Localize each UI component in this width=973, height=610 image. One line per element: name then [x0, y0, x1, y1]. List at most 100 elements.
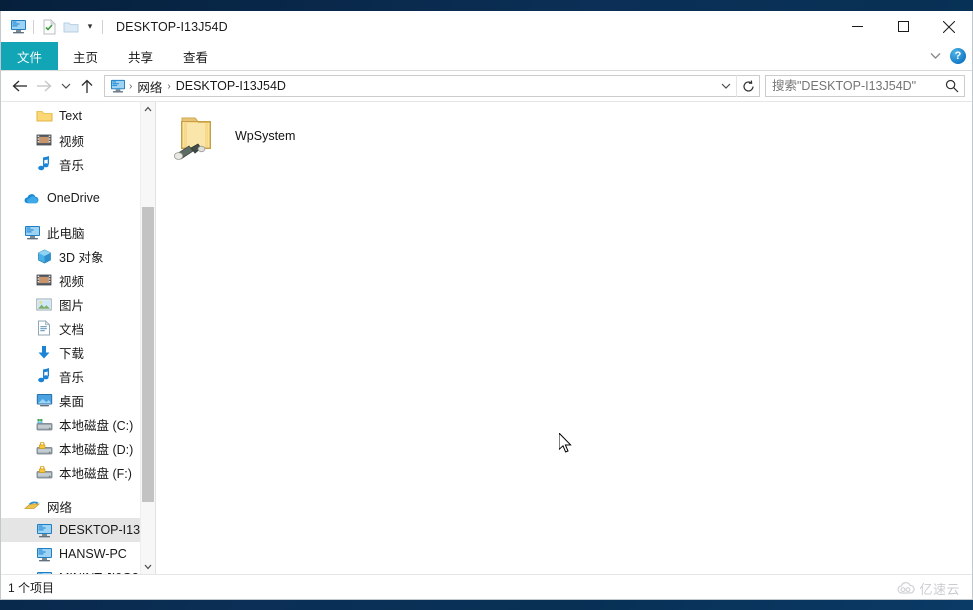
desktop-icon: [35, 391, 53, 409]
forward-button[interactable]: [32, 74, 56, 98]
folder-icon: [35, 107, 53, 125]
scroll-down-icon[interactable]: [141, 560, 155, 574]
sidebar-item-label: 网络: [47, 497, 72, 516]
tab-view[interactable]: 查看: [168, 42, 223, 70]
sidebar-group-gap: [1, 210, 141, 220]
system-drive-icon: [35, 415, 53, 433]
sidebar-item-text[interactable]: Text: [1, 104, 141, 128]
sidebar-item-[interactable]: 桌面: [1, 388, 141, 412]
sidebar-item-[interactable]: 视频: [1, 128, 141, 152]
onedrive-cloud-icon: [23, 189, 41, 207]
help-icon[interactable]: ?: [950, 48, 966, 64]
qat-separator-1: [33, 20, 34, 34]
network-icon: [23, 497, 41, 515]
minimize-button[interactable]: [834, 11, 880, 42]
video-icon: [35, 131, 53, 149]
video-icon: [35, 271, 53, 289]
locked-drive-icon: [35, 463, 53, 481]
sidebar-item-label: 文档: [59, 319, 84, 338]
list-item[interactable]: WpSystem: [170, 108, 400, 164]
sidebar-item-label: Text: [59, 109, 82, 123]
breadcrumb-segment-desktop[interactable]: DESKTOP-I13J54D: [172, 79, 290, 93]
status-item-count: 1 个项目: [1, 579, 54, 596]
watermark-text: 亿速云: [919, 579, 960, 598]
sidebar-item-[interactable]: 视频: [1, 268, 141, 292]
sidebar-item-label: 视频: [59, 271, 84, 290]
address-bar-row: › 网络 › DESKTOP-I13J54D: [1, 71, 972, 101]
qat-dropdown-icon[interactable]: ▾: [82, 17, 98, 37]
sidebar-item-desktop-i13j5[interactable]: DESKTOP-I13J5: [1, 518, 141, 542]
sidebar-item-minint-ji0g3i[interactable]: MININT-JI0G3I: [1, 566, 141, 574]
sidebar-item-label: 本地磁盘 (F:): [59, 463, 132, 482]
sidebar-item-[interactable]: 音乐: [1, 364, 141, 388]
status-bar: 1 个项目 亿速云: [1, 574, 972, 599]
window-controls: [834, 11, 972, 42]
tab-file[interactable]: 文件: [1, 42, 58, 70]
maximize-button[interactable]: [880, 11, 926, 42]
back-button[interactable]: [8, 74, 32, 98]
new-folder-icon[interactable]: [60, 16, 82, 38]
mouse-cursor: [559, 433, 573, 454]
title-bar: ▾ DESKTOP-I13J54D: [1, 11, 972, 42]
scrollbar-thumb[interactable]: [142, 207, 154, 502]
close-button[interactable]: [926, 11, 972, 42]
sidebar-item-label: 音乐: [59, 155, 84, 174]
sidebar-item-3d[interactable]: 3D 对象: [1, 244, 141, 268]
sidebar-item-onedrive[interactable]: OneDrive: [1, 186, 141, 210]
up-button[interactable]: [75, 74, 99, 98]
cloud-logo-icon: [896, 581, 916, 596]
ribbon-tab-bar: 文件 主页 共享 查看 ?: [1, 42, 972, 71]
address-dropdown-icon[interactable]: [716, 76, 736, 96]
sidebar-item-label: 本地磁盘 (C:): [59, 415, 133, 434]
file-list-pane[interactable]: WpSystem: [156, 102, 972, 574]
search-icon[interactable]: [940, 76, 964, 96]
explorer-body: Text视频音乐OneDrive此电脑3D 对象视频图片文档下载音乐桌面本地磁盘…: [1, 101, 972, 574]
sidebar-item-label: 视频: [59, 131, 84, 150]
recent-locations-button[interactable]: [56, 74, 75, 98]
tab-home[interactable]: 主页: [58, 42, 113, 70]
window-title: DESKTOP-I13J54D: [116, 20, 228, 34]
search-box[interactable]: [765, 75, 965, 97]
sidebar-item-[interactable]: 网络: [1, 494, 141, 518]
file-explorer-window: ▾ DESKTOP-I13J54D 文件 主页 共享 查看 ?: [0, 11, 973, 600]
music-icon: [35, 367, 53, 385]
music-icon: [35, 155, 53, 173]
list-item-label: WpSystem: [235, 129, 295, 143]
sidebar-item-hansw-pc[interactable]: HANSW-PC: [1, 542, 141, 566]
qat-separator-2: [102, 20, 103, 34]
breadcrumb[interactable]: › 网络 › DESKTOP-I13J54D: [105, 77, 716, 96]
sidebar-item-[interactable]: 音乐: [1, 152, 141, 176]
shared-folder-icon: [170, 110, 226, 162]
search-input[interactable]: [766, 78, 940, 94]
sidebar-scrollbar[interactable]: [140, 102, 155, 574]
breadcrumb-segment-network[interactable]: 网络: [133, 77, 166, 96]
sidebar-item-label: HANSW-PC: [59, 547, 127, 561]
sidebar-item-label: 3D 对象: [59, 247, 103, 266]
scroll-up-icon[interactable]: [141, 102, 155, 116]
sidebar-item-label: DESKTOP-I13J5: [59, 523, 141, 537]
sidebar-item-d[interactable]: 本地磁盘 (D:): [1, 436, 141, 460]
sidebar-item-c[interactable]: 本地磁盘 (C:): [1, 412, 141, 436]
sidebar-item-label: OneDrive: [47, 191, 100, 205]
sidebar-item-[interactable]: 此电脑: [1, 220, 141, 244]
sidebar-item-f[interactable]: 本地磁盘 (F:): [1, 460, 141, 484]
sidebar-item-[interactable]: 文档: [1, 316, 141, 340]
documents-icon: [35, 319, 53, 337]
refresh-button[interactable]: [736, 75, 759, 97]
tab-share[interactable]: 共享: [113, 42, 168, 70]
sidebar-item-label: 下载: [59, 343, 84, 362]
navigation-pane: Text视频音乐OneDrive此电脑3D 对象视频图片文档下载音乐桌面本地磁盘…: [1, 102, 156, 574]
sidebar-item-[interactable]: 图片: [1, 292, 141, 316]
sidebar-item-label: 桌面: [59, 391, 84, 410]
computer-icon[interactable]: [7, 16, 29, 38]
watermark: 亿速云: [896, 579, 960, 598]
quick-access-toolbar: ▾: [1, 16, 107, 38]
3d-objects-icon: [35, 247, 53, 265]
chevron-down-icon[interactable]: [927, 48, 943, 64]
sidebar-list: Text视频音乐OneDrive此电脑3D 对象视频图片文档下载音乐桌面本地磁盘…: [1, 102, 141, 574]
properties-icon[interactable]: [38, 16, 60, 38]
network-computer-icon: [109, 79, 126, 94]
pictures-icon: [35, 295, 53, 313]
sidebar-item-[interactable]: 下载: [1, 340, 141, 364]
address-bar[interactable]: › 网络 › DESKTOP-I13J54D: [104, 75, 760, 97]
